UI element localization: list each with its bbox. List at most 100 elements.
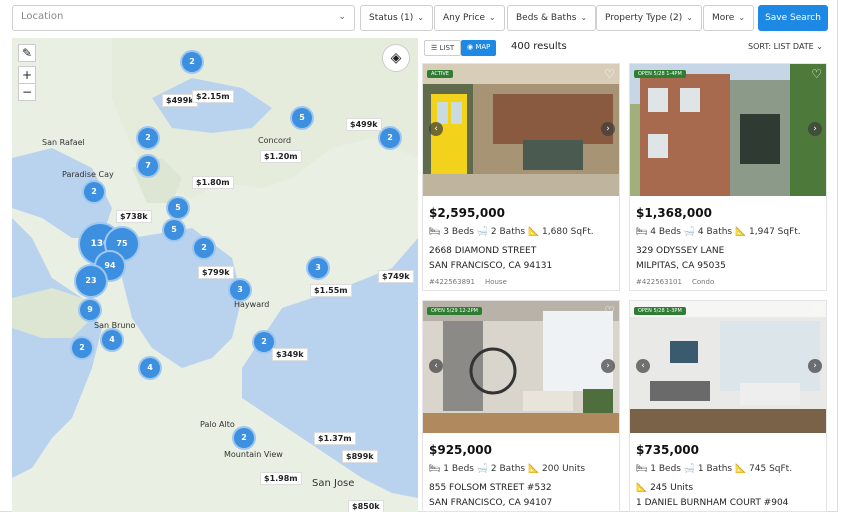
favorite-heart-icon[interactable]: ♡ (811, 304, 822, 318)
map-cluster[interactable]: 23 (74, 264, 108, 298)
map-cluster[interactable]: 2 (378, 126, 402, 150)
place-label: San Rafael (42, 138, 85, 147)
listing-meta: #422563101 Condo (636, 278, 714, 286)
map-cluster[interactable]: 3 (228, 278, 252, 302)
sort-dropdown[interactable]: SORT: LIST DATE ⌄ (748, 42, 823, 51)
listing-price: $735,000 (636, 443, 700, 457)
draw-pencil-icon[interactable]: ✎ (18, 44, 36, 62)
place-label: Concord (258, 136, 292, 145)
listing-badge: OPEN 5/28 1-3PM (634, 307, 686, 315)
results-count: 400 results (511, 41, 567, 52)
place-label: Paradise Cay (62, 170, 114, 179)
chevron-down-icon: ⌄ (738, 13, 746, 22)
listing-features: 🛏 1 Beds 🛁 2 Baths 📐 200 Units (429, 464, 586, 474)
next-photo-arrow[interactable]: › (601, 359, 615, 373)
price-pin[interactable]: $499k (346, 118, 382, 131)
zoom-out-button[interactable]: − (18, 83, 36, 101)
listing-photo[interactable]: ACTIVE ♡ ‹ › (423, 64, 619, 196)
place-label: Mountain View (224, 450, 283, 459)
chevron-down-icon: ⌄ (417, 13, 424, 22)
next-photo-arrow[interactable]: › (601, 122, 615, 136)
listing-photo[interactable]: OPEN 5/29 12-2PM ♡ ‹ › (423, 301, 619, 433)
price-pin[interactable]: $738k (116, 210, 152, 223)
favorite-heart-icon[interactable]: ♡ (604, 304, 615, 318)
app-frame: Location ⌄ Status (1) ⌄ Any Price ⌄ Beds &… (0, 0, 838, 512)
chevron-down-icon: ⌄ (580, 13, 588, 22)
listing-photo[interactable]: OPEN 5/28 1-3PM ♡ ‹ › (630, 301, 826, 433)
more-filter[interactable]: More ⌄ (703, 5, 755, 31)
property-type-filter[interactable]: Property Type (2) ⌄ (596, 5, 702, 31)
map-cluster[interactable]: 2 (180, 50, 204, 74)
chevron-down-icon: ⌄ (686, 13, 693, 22)
price-pin[interactable]: $1.98m (260, 472, 302, 485)
listing-features: 🛏 3 Beds 🛁 2 Baths 📐 1,680 SqFt. (429, 227, 594, 237)
beds-baths-filter[interactable]: Beds & Baths ⌄ (507, 5, 597, 31)
listing-features: 🛏 1 Beds 🛁 1 Baths 📐 745 SqFt. (636, 464, 793, 474)
listing-features: 🛏 4 Beds 🛁 4 Baths 📐 1,947 SqFt. (636, 227, 801, 237)
map-cluster[interactable]: 2 (136, 126, 160, 150)
map-cluster[interactable]: 5 (162, 218, 186, 242)
beds-baths-label: Beds & Baths (516, 13, 577, 23)
status-label: Status (1) (369, 13, 414, 23)
price-pin[interactable]: $749k (378, 270, 414, 283)
list-view-toggle[interactable]: ☰ LIST (424, 40, 462, 56)
price-pin[interactable]: $899k (342, 450, 378, 463)
listing-address-line1: 2668 DIAMOND STREET (429, 246, 537, 256)
price-pin[interactable]: $2.15m (192, 90, 234, 103)
price-pin[interactable]: $1.37m (314, 432, 356, 445)
prev-photo-arrow[interactable]: ‹ (429, 359, 443, 373)
price-pin[interactable]: $349k (272, 348, 308, 361)
location-placeholder: Location (21, 11, 64, 22)
sort-label: SORT: LIST DATE (748, 42, 814, 51)
status-filter[interactable]: Status (1) ⌄ (360, 5, 433, 31)
save-search-button[interactable]: Save Search (758, 5, 828, 31)
zoom-in-button[interactable]: + (18, 66, 36, 84)
filter-bar: Location ⌄ Status (1) ⌄ Any Price ⌄ Beds &… (0, 0, 838, 36)
listing-address-line1: 1 DANIEL BURNHAM COURT #904 (636, 498, 789, 508)
listing-card[interactable]: OPEN 5/28 1-4PM ♡ › $1,368,000 🛏 4 Beds … (629, 63, 827, 291)
map-cluster[interactable]: 2 (82, 180, 106, 204)
list-label: LIST (439, 44, 455, 52)
listing-price: $925,000 (429, 443, 493, 457)
listing-badge: OPEN 5/28 1-4PM (634, 70, 686, 78)
map-cluster[interactable]: 4 (100, 328, 124, 352)
chevron-down-icon: ⌄ (813, 42, 823, 51)
price-filter[interactable]: Any Price ⌄ (434, 5, 505, 31)
map-view-toggle[interactable]: ◉ MAP (461, 40, 497, 56)
map-view[interactable]: ✎ + − ◈ San Rafael Paradise Cay Concord … (12, 38, 418, 512)
price-pin[interactable]: $1.20m (260, 150, 302, 163)
map-cluster[interactable]: 2 (70, 336, 94, 360)
price-pin[interactable]: $1.80m (192, 176, 234, 189)
price-pin[interactable]: $1.55m (310, 284, 352, 297)
condo-photo (630, 301, 826, 433)
map-cluster[interactable]: 2 (192, 236, 216, 260)
favorite-heart-icon[interactable]: ♡ (811, 67, 822, 81)
prev-photo-arrow[interactable]: ‹ (429, 122, 443, 136)
map-cluster[interactable]: 4 (138, 356, 162, 380)
map-cluster[interactable]: 2 (232, 426, 256, 450)
listing-card[interactable]: OPEN 5/28 1-3PM ♡ ‹ › $735,000 🛏 1 Beds … (629, 300, 827, 512)
map-cluster[interactable]: 5 (166, 196, 190, 220)
listing-address-line2: SAN FRANCISCO, CA 94131 (429, 261, 553, 271)
next-photo-arrow[interactable]: › (808, 122, 822, 136)
listing-card[interactable]: ACTIVE ♡ ‹ › $2,595,000 🛏 3 Beds 🛁 2 Bat… (422, 63, 620, 291)
house-photo (630, 64, 826, 196)
favorite-heart-icon[interactable]: ♡ (604, 67, 615, 81)
map-cluster[interactable]: 7 (136, 154, 160, 178)
prev-photo-arrow[interactable]: ‹ (636, 359, 650, 373)
map-cluster[interactable]: 5 (290, 106, 314, 130)
place-label: San Jose (312, 478, 355, 489)
place-label: Palo Alto (200, 420, 235, 429)
location-input[interactable]: Location ⌄ (12, 5, 355, 31)
listing-card[interactable]: OPEN 5/29 12-2PM ♡ ‹ › $925,000 🛏 1 Beds… (422, 300, 620, 512)
layers-icon[interactable]: ◈ (382, 44, 410, 72)
listing-mls: #422563891 (429, 278, 475, 286)
map-cluster[interactable]: 3 (306, 256, 330, 280)
listing-type: Condo (691, 278, 715, 286)
listing-photo[interactable]: OPEN 5/28 1-4PM ♡ › (630, 64, 826, 196)
price-pin[interactable]: $799k (198, 266, 234, 279)
listing-price: $1,368,000 (636, 206, 712, 220)
price-pin[interactable]: $850k (348, 500, 384, 512)
map-cluster[interactable]: 9 (78, 298, 102, 322)
next-photo-arrow[interactable]: › (808, 359, 822, 373)
